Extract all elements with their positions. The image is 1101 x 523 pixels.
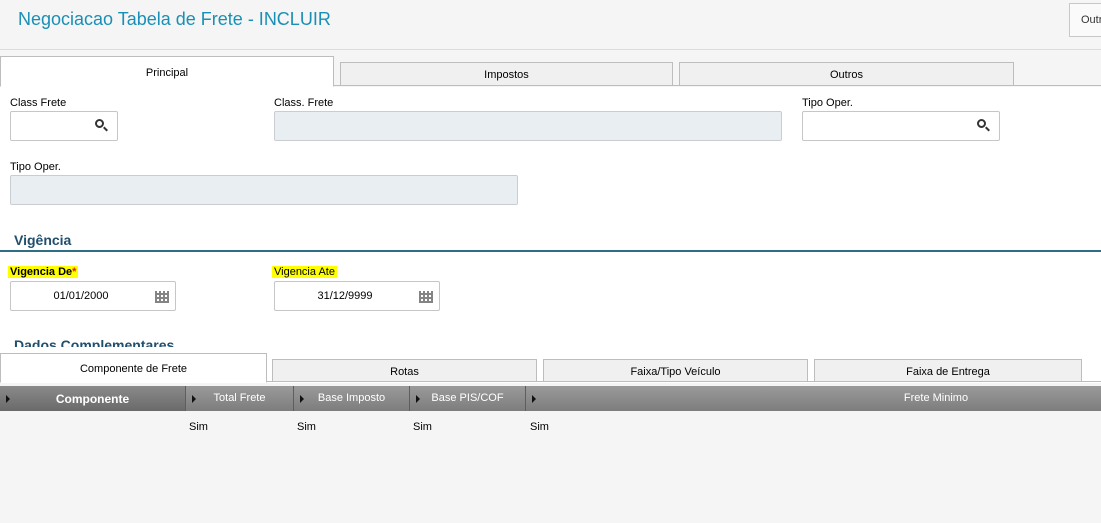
vigencia-de-label: Vigencia De* (8, 266, 79, 278)
tab-impostos[interactable]: Impostos (340, 62, 673, 86)
grid-header: Componente Total Frete Base Imposto Base… (0, 386, 1101, 411)
class-frete-desc-label: Class. Frete (274, 97, 334, 109)
required-marker: * (72, 266, 77, 278)
cell-total-frete: Sim (189, 421, 208, 433)
dados-complementares-title: Dados Complementares (14, 337, 175, 347)
cell-frete-minimo: Sim (530, 421, 549, 433)
column-header-base-imposto[interactable]: Base Imposto (294, 386, 410, 411)
vigencia-ate-label-text: Vigencia Ate (272, 266, 337, 278)
class-frete-input[interactable] (10, 111, 118, 141)
vigencia-ate-value: 31/12/9999 (317, 290, 373, 302)
cell-base-imposto: Sim (297, 421, 316, 433)
section-divider (0, 250, 1101, 252)
page-title: Negociacao Tabela de Frete - INCLUIR (18, 9, 331, 29)
vigencia-de-input[interactable]: 01/01/2000 (10, 281, 176, 311)
tab-faixa-de-entrega[interactable]: Faixa de Entrega (814, 359, 1082, 382)
grid-body: Sim Sim Sim Sim (0, 411, 1101, 523)
column-header-frete-minimo[interactable]: Frete Minimo (526, 386, 1101, 411)
class-frete-label: Class Frete (10, 97, 67, 109)
complementary-tabs: Componente de Frete Rotas Faixa/Tipo Veí… (0, 347, 1101, 383)
tab-rotas[interactable]: Rotas (272, 359, 537, 382)
vigencia-ate-input[interactable]: 31/12/9999 (274, 281, 440, 311)
search-icon[interactable] (95, 119, 109, 133)
calendar-icon[interactable] (155, 291, 169, 303)
tipo-oper-desc-field (10, 175, 518, 205)
tab-principal[interactable]: Principal (0, 56, 334, 87)
vigencia-de-value: 01/01/2000 (53, 290, 109, 302)
tab-faixa-tipo-veiculo[interactable]: Faixa/Tipo Veículo (543, 359, 808, 382)
class-frete-desc-field (274, 111, 782, 141)
tipo-oper-desc-label: Tipo Oper. (10, 161, 61, 173)
vigencia-section-title: Vigência (14, 232, 72, 248)
main-tabs: Principal Impostos Outros (0, 56, 1101, 87)
vigencia-ate-label: Vigencia Ate (272, 266, 337, 278)
tipo-oper-label: Tipo Oper. (802, 97, 853, 109)
calendar-icon[interactable] (419, 291, 433, 303)
column-header-componente[interactable]: Componente (0, 386, 186, 411)
column-header-base-pis-cof[interactable]: Base PIS/COF (410, 386, 526, 411)
column-header-total-frete[interactable]: Total Frete (186, 386, 294, 411)
other-actions-button[interactable]: Outr (1069, 3, 1101, 37)
search-icon[interactable] (977, 119, 991, 133)
page-header: Negociacao Tabela de Frete - INCLUIR Out… (0, 0, 1101, 50)
tab-componente-de-frete[interactable]: Componente de Frete (0, 353, 267, 383)
tipo-oper-input[interactable] (802, 111, 1000, 141)
cell-base-pis-cof: Sim (413, 421, 432, 433)
tab-outros[interactable]: Outros (679, 62, 1014, 86)
vigencia-de-label-text: Vigencia De (10, 266, 73, 278)
principal-form: Class Frete Class. Frete Tipo Oper. Tipo… (0, 87, 1101, 347)
